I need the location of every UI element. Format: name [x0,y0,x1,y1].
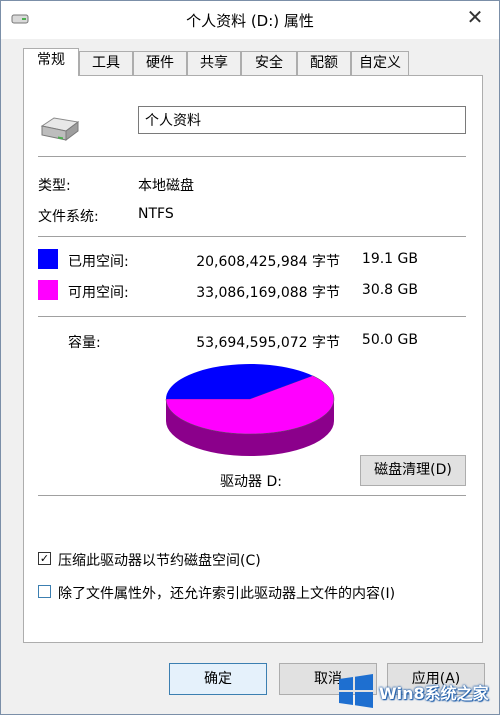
capacity-size: 50.0 GB [361,332,418,348]
title-bar[interactable]: 个人资料 (D:) 属性 ✕ [1,1,499,39]
index-checkbox-label[interactable]: 除了文件属性外，还允许索引此驱动器上文件的内容(I) [58,583,395,603]
close-button[interactable]: ✕ [461,5,489,29]
free-space-label: 可用空间: [68,285,129,301]
free-space-bytes: 33,086,169,088 字节 [196,285,340,301]
separator [38,495,466,496]
used-space-bytes: 20,608,425,984 字节 [196,254,340,270]
windows-logo-icon [339,674,373,708]
compress-checkbox-label[interactable]: 压缩此驱动器以节约磁盘空间(C) [58,550,261,570]
ok-button[interactable]: 确定 [169,663,267,695]
separator [38,236,466,237]
tab-hardware[interactable]: 硬件 [133,51,187,75]
window-title: 个人资料 (D:) 属性 [186,12,314,30]
properties-window: 个人资料 (D:) 属性 ✕ 常规 工具 硬件 共享 安全 配额 自定义 类型:… [0,0,500,715]
drive-name-input[interactable] [138,106,466,134]
type-value: 本地磁盘 [138,178,194,194]
disk-cleanup-button[interactable]: 磁盘清理(D) [360,455,466,486]
index-checkbox[interactable] [38,585,51,598]
compress-checkbox[interactable]: ✓ [38,552,51,565]
capacity-label: 容量: [68,335,101,351]
filesystem-value: NTFS [138,206,174,222]
tab-sharing[interactable]: 共享 [187,51,241,75]
free-space-color [38,280,58,300]
tab-general[interactable]: 常规 [23,48,79,76]
tab-customize[interactable]: 自定义 [351,51,409,75]
separator [38,316,466,317]
used-space-label: 已用空间: [68,254,129,270]
watermark-text: Win8系统之家 [379,684,489,703]
tab-security[interactable]: 安全 [241,51,297,75]
site-watermark: Win8系统之家 [337,672,497,712]
separator [38,156,466,157]
general-panel: 类型: 本地磁盘 文件系统: NTFS 已用空间: 20,608,425,984… [23,75,483,643]
capacity-bytes: 53,694,595,072 字节 [196,335,340,351]
used-space-color [38,249,58,269]
used-space-size: 19.1 GB [361,251,418,267]
type-label: 类型: [38,178,71,194]
hard-drive-icon [40,117,80,141]
tab-quota[interactable]: 配额 [297,51,351,75]
free-space-size: 30.8 GB [361,282,418,298]
filesystem-label: 文件系统: [38,209,99,225]
tab-strip: 常规 工具 硬件 共享 安全 配额 自定义 [23,48,483,76]
usage-pie-chart [165,364,335,456]
tab-tools[interactable]: 工具 [79,51,133,75]
drive-letter-label: 驱动器 D: [220,474,282,490]
